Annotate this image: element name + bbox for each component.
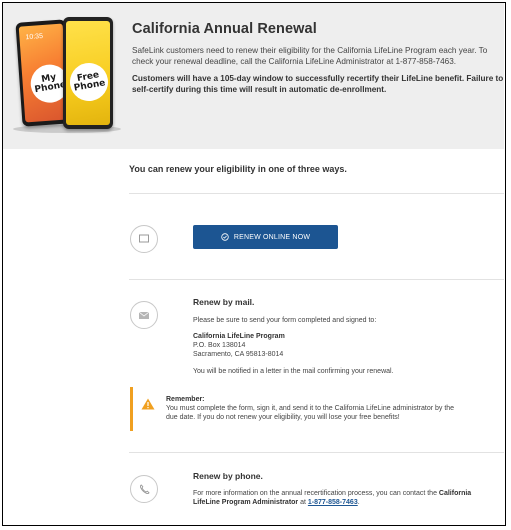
remember-text: You must complete the form, sign it, and…	[166, 405, 455, 421]
hero-text: California Annual Renewal SafeLink custo…	[132, 3, 504, 95]
phone-text-after: .	[357, 499, 360, 506]
address-line1: P.O. Box 138014	[193, 341, 246, 349]
envelope-icon	[130, 301, 158, 329]
phone-image-right: Free Phone	[63, 17, 113, 129]
mail-notice: You will be notified in a letter in the …	[193, 368, 394, 375]
phone-time: 10:35	[25, 32, 44, 42]
remember-alert: Remember: You must complete the form, si…	[130, 387, 505, 431]
address-name: California LifeLine Program	[193, 333, 285, 340]
page-title: California Annual Renewal	[132, 21, 317, 37]
phone-text-before: For more information on the annual recer…	[193, 490, 439, 497]
divider	[129, 193, 504, 194]
warning-icon	[141, 397, 155, 415]
hero-banner: 10:35 My Phone Free Phone California Ann…	[3, 3, 504, 149]
check-circle-icon	[221, 233, 229, 241]
renew-intro: You can renew your eligibility in one of…	[129, 164, 347, 174]
remember-title: Remember:	[166, 396, 205, 403]
hero-warning-paragraph: Customers will have a 105-day window to …	[132, 74, 504, 94]
phone-info: For more information on the annual recer…	[193, 489, 493, 507]
divider	[129, 452, 504, 453]
mail-title: Renew by mail.	[193, 297, 255, 307]
divider	[129, 279, 504, 280]
laptop-icon	[130, 225, 158, 253]
hero-paragraph: SafeLink customers need to renew their e…	[132, 46, 488, 66]
address-line2: Sacramento, CA 95813-8014	[193, 350, 284, 358]
phone-text-mid: at	[298, 499, 308, 506]
administrator-phone-link[interactable]: 1-877-858-7463	[308, 499, 358, 506]
mail-instruction: Please be sure to send your form complet…	[193, 317, 377, 324]
renew-online-label: RENEW ONLINE NOW	[233, 233, 311, 241]
phone-icon	[130, 475, 158, 503]
free-phone-badge: Free Phone	[66, 59, 110, 105]
page-frame: 10:35 My Phone Free Phone California Ann…	[2, 2, 506, 526]
phone-title: Renew by phone.	[193, 471, 263, 481]
mailing-address: California LifeLine Program P.O. Box 138…	[193, 333, 285, 359]
renew-online-button[interactable]: RENEW ONLINE NOW	[193, 225, 338, 249]
